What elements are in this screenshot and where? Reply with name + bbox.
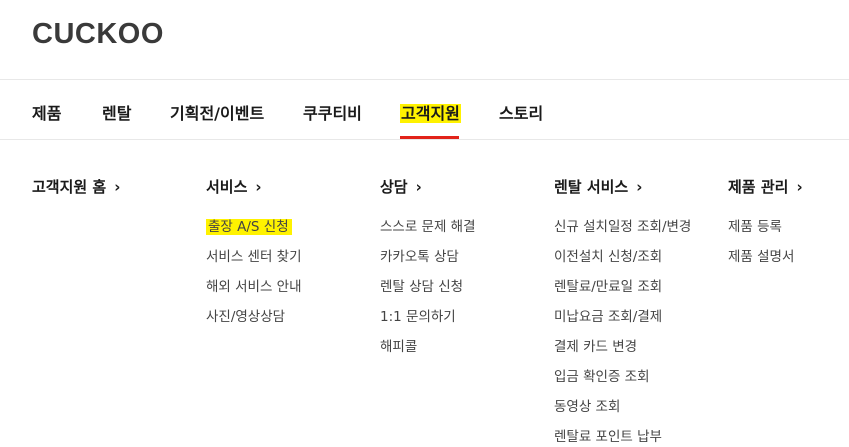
link-label: 입금 확인증 조회 — [554, 369, 650, 385]
menu-link-video-lookup[interactable]: 동영상 조회 — [554, 398, 691, 428]
nav-item-story[interactable]: 스토리 — [499, 100, 543, 124]
menu-column-consult: 상담 › 스스로 문제 해결 카카오톡 상담 렌탈 상담 신청 1:1 문의하기 … — [380, 176, 476, 368]
nav-label: 렌탈 — [102, 104, 132, 123]
nav-label: 고객지원 — [400, 104, 461, 123]
link-label: 서비스 센터 찾기 — [206, 249, 302, 265]
rental-service-submenu: 신규 설치일정 조회/변경 이전설치 신청/조회 렌탈료/만료일 조회 미납요금… — [554, 218, 691, 447]
main-navigation: 제품 렌탈 기획전/이벤트 쿠쿠티비 고객지원 스토리 — [0, 80, 849, 140]
link-label: 제품 등록 — [728, 219, 782, 235]
menu-link-self-troubleshoot[interactable]: 스스로 문제 해결 — [380, 218, 476, 248]
chevron-right-icon: › — [415, 178, 422, 196]
nav-item-events[interactable]: 기획전/이벤트 — [170, 100, 264, 124]
column-heading-product-care[interactable]: 제품 관리 › — [728, 176, 803, 197]
nav-label: 제품 — [32, 104, 62, 123]
menu-link-happy-call[interactable]: 해피콜 — [380, 338, 476, 368]
menu-column-product-care: 제품 관리 › 제품 등록 제품 설명서 — [728, 176, 803, 278]
menu-link-one-to-one-inquiry[interactable]: 1:1 문의하기 — [380, 308, 476, 338]
link-label: 해외 서비스 안내 — [206, 279, 302, 295]
link-label: 사진/영상상담 — [206, 309, 286, 325]
consult-submenu: 스스로 문제 해결 카카오톡 상담 렌탈 상담 신청 1:1 문의하기 해피콜 — [380, 218, 476, 368]
link-label: 해피콜 — [380, 339, 418, 355]
menu-link-onsite-as-request[interactable]: 출장 A/S 신청 — [206, 218, 302, 248]
link-label: 이전설치 신청/조회 — [554, 249, 663, 265]
heading-label: 서비스 — [206, 178, 248, 196]
heading-label: 고객지원 홈 — [32, 178, 107, 196]
menu-column-service: 서비스 › 출장 A/S 신청 서비스 센터 찾기 해외 서비스 안내 사진/영상… — [206, 176, 302, 338]
link-label: 1:1 문의하기 — [380, 309, 456, 325]
heading-label: 제품 관리 — [728, 178, 789, 196]
chevron-right-icon: › — [636, 178, 643, 196]
menu-link-rental-fee-expiry[interactable]: 렌탈료/만료일 조회 — [554, 278, 691, 308]
mega-menu: 고객지원 홈 › 서비스 › 출장 A/S 신청 서비스 센터 찾기 해외 서비스 … — [0, 140, 849, 446]
active-tab-indicator — [400, 136, 459, 139]
menu-column-rental-service: 렌탈 서비스 › 신규 설치일정 조회/변경 이전설치 신청/조회 렌탈료/만료일… — [554, 176, 691, 447]
link-label: 카카오톡 상담 — [380, 249, 459, 265]
link-label: 렌탈료/만료일 조회 — [554, 279, 663, 295]
nav-item-cuckoo-tv[interactable]: 쿠쿠티비 — [303, 100, 362, 124]
chevron-right-icon: › — [796, 178, 803, 196]
menu-link-point-payment[interactable]: 렌탈료 포인트 납부 — [554, 428, 691, 447]
menu-link-kakaotalk-consult[interactable]: 카카오톡 상담 — [380, 248, 476, 278]
chevron-right-icon: › — [255, 178, 262, 196]
menu-link-change-card[interactable]: 결제 카드 변경 — [554, 338, 691, 368]
nav-label: 쿠쿠티비 — [303, 104, 362, 123]
link-label: 신규 설치일정 조회/변경 — [554, 219, 692, 235]
link-label: 결제 카드 변경 — [554, 339, 638, 355]
nav-item-rental[interactable]: 렌탈 — [102, 100, 131, 124]
nav-item-products[interactable]: 제품 — [32, 100, 61, 124]
site-header: CUCKOO — [0, 0, 849, 80]
nav-label: 기획전/이벤트 — [170, 104, 265, 123]
menu-link-overseas-service[interactable]: 해외 서비스 안내 — [206, 278, 302, 308]
link-label: 렌탈료 포인트 납부 — [554, 429, 662, 445]
menu-link-relocation-install[interactable]: 이전설치 신청/조회 — [554, 248, 691, 278]
menu-link-unpaid-payment[interactable]: 미납요금 조회/결제 — [554, 308, 691, 338]
product-care-submenu: 제품 등록 제품 설명서 — [728, 218, 803, 278]
link-label: 스스로 문제 해결 — [380, 219, 476, 235]
menu-link-photo-video-consult[interactable]: 사진/영상상담 — [206, 308, 302, 338]
chevron-right-icon: › — [114, 178, 121, 196]
link-label: 제품 설명서 — [728, 249, 795, 265]
column-heading-consult[interactable]: 상담 › — [380, 176, 476, 197]
link-label: 미납요금 조회/결제 — [554, 309, 663, 325]
menu-column-support-home: 고객지원 홈 › — [32, 176, 120, 197]
menu-link-install-schedule[interactable]: 신규 설치일정 조회/변경 — [554, 218, 691, 248]
link-label: 동영상 조회 — [554, 399, 621, 415]
menu-link-deposit-receipt[interactable]: 입금 확인증 조회 — [554, 368, 691, 398]
column-heading-rental-service[interactable]: 렌탈 서비스 › — [554, 176, 691, 197]
menu-link-product-registration[interactable]: 제품 등록 — [728, 218, 803, 248]
menu-link-product-manual[interactable]: 제품 설명서 — [728, 248, 803, 278]
menu-link-rental-consult[interactable]: 렌탈 상담 신청 — [380, 278, 476, 308]
link-label: 출장 A/S 신청 — [206, 219, 292, 235]
nav-item-customer-support[interactable]: 고객지원 — [400, 100, 461, 124]
heading-label: 렌탈 서비스 — [554, 178, 629, 196]
column-heading-service[interactable]: 서비스 › — [206, 176, 302, 197]
heading-label: 상담 — [380, 178, 408, 196]
column-heading-support-home[interactable]: 고객지원 홈 › — [32, 176, 120, 197]
cuckoo-logo[interactable]: CUCKOO — [32, 18, 164, 51]
service-submenu: 출장 A/S 신청 서비스 센터 찾기 해외 서비스 안내 사진/영상상담 — [206, 218, 302, 338]
nav-label: 스토리 — [499, 104, 544, 123]
link-label: 렌탈 상담 신청 — [380, 279, 464, 295]
menu-link-service-center[interactable]: 서비스 센터 찾기 — [206, 248, 302, 278]
